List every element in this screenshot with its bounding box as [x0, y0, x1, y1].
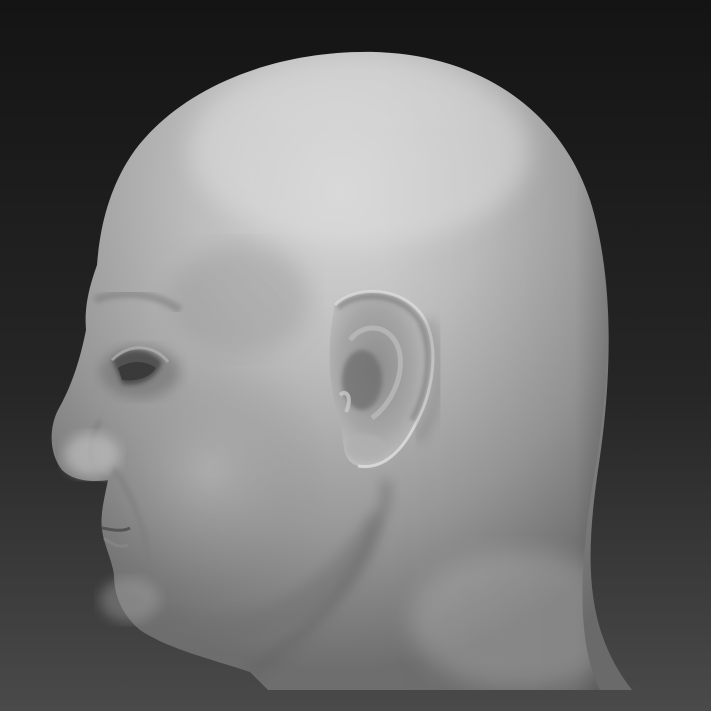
sculpt-viewport[interactable] — [0, 0, 711, 711]
ear — [329, 290, 443, 469]
sculpt-canvas — [0, 0, 711, 711]
chin — [100, 578, 160, 622]
eye-region — [100, 346, 180, 398]
